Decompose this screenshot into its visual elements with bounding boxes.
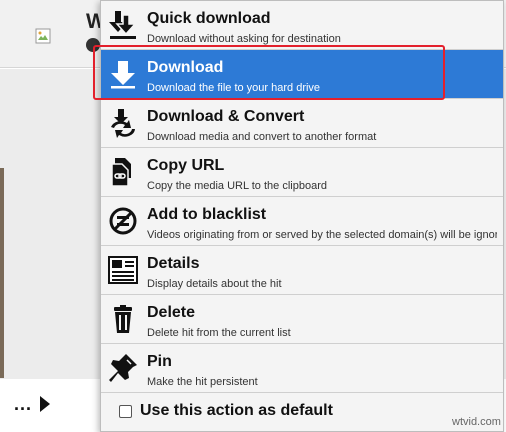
quick-download-icon <box>109 11 137 39</box>
menu-item-description: Videos originating from or served by the… <box>147 229 497 241</box>
play-arrow-icon[interactable] <box>40 396 50 412</box>
menu-item-label: Add to blacklist <box>147 206 267 223</box>
blacklist-icon <box>109 207 137 235</box>
details-icon <box>108 256 138 284</box>
menu-item-description: Download the file to your hard drive <box>147 82 321 94</box>
menu-item-label: Copy URL <box>147 157 225 174</box>
menu-item-quick-download[interactable]: Quick download Download without asking f… <box>101 1 503 50</box>
watermark: wtvid.com <box>452 416 501 428</box>
menu-item-download[interactable]: Download Download the file to your hard … <box>101 50 503 99</box>
screen: W ... Quick download Download without as… <box>0 0 506 432</box>
copy-url-icon <box>111 158 131 187</box>
download-convert-icon <box>111 109 135 138</box>
menu-item-pin[interactable]: Pin Make the hit persistent <box>101 344 503 393</box>
menu-item-label: Quick download <box>147 10 271 27</box>
menu-item-label: Pin <box>147 353 172 370</box>
menu-item-delete[interactable]: Delete Delete hit from the current list <box>101 295 503 344</box>
default-action-checkbox[interactable] <box>119 405 132 418</box>
menu-item-details[interactable]: Details Display details about the hit <box>101 246 503 295</box>
pin-icon <box>109 354 137 382</box>
menu-item-add-to-blacklist[interactable]: Add to blacklist Videos originating from… <box>101 197 503 246</box>
broken-image-icon <box>35 28 51 44</box>
default-action-label[interactable]: Use this action as default <box>140 402 333 420</box>
menu-item-download-convert[interactable]: Download & Convert Download media and co… <box>101 99 503 148</box>
background-avatar <box>86 38 100 52</box>
menu-item-description: Make the hit persistent <box>147 376 258 388</box>
menu-item-label: Delete <box>147 304 196 321</box>
menu-item-description: Download without asking for destination <box>147 33 341 45</box>
menu-item-description: Download media and convert to another fo… <box>147 131 377 143</box>
menu-item-label: Download & Convert <box>147 108 305 125</box>
more-options-button[interactable]: ... <box>14 394 32 415</box>
menu-item-copy-url[interactable]: Copy URL Copy the media URL to the clipb… <box>101 148 503 197</box>
menu-item-description: Delete hit from the current list <box>147 327 291 339</box>
trash-icon <box>114 305 132 333</box>
menu-item-description: Copy the media URL to the clipboard <box>147 180 327 192</box>
menu-item-label: Download <box>147 59 224 76</box>
action-menu: Quick download Download without asking f… <box>100 0 504 432</box>
default-action-row[interactable]: Use this action as default <box>101 393 503 431</box>
download-icon <box>111 61 135 89</box>
menu-item-description: Display details about the hit <box>147 278 282 290</box>
menu-item-label: Details <box>147 255 200 272</box>
background-thumbnail-edge <box>0 168 4 378</box>
